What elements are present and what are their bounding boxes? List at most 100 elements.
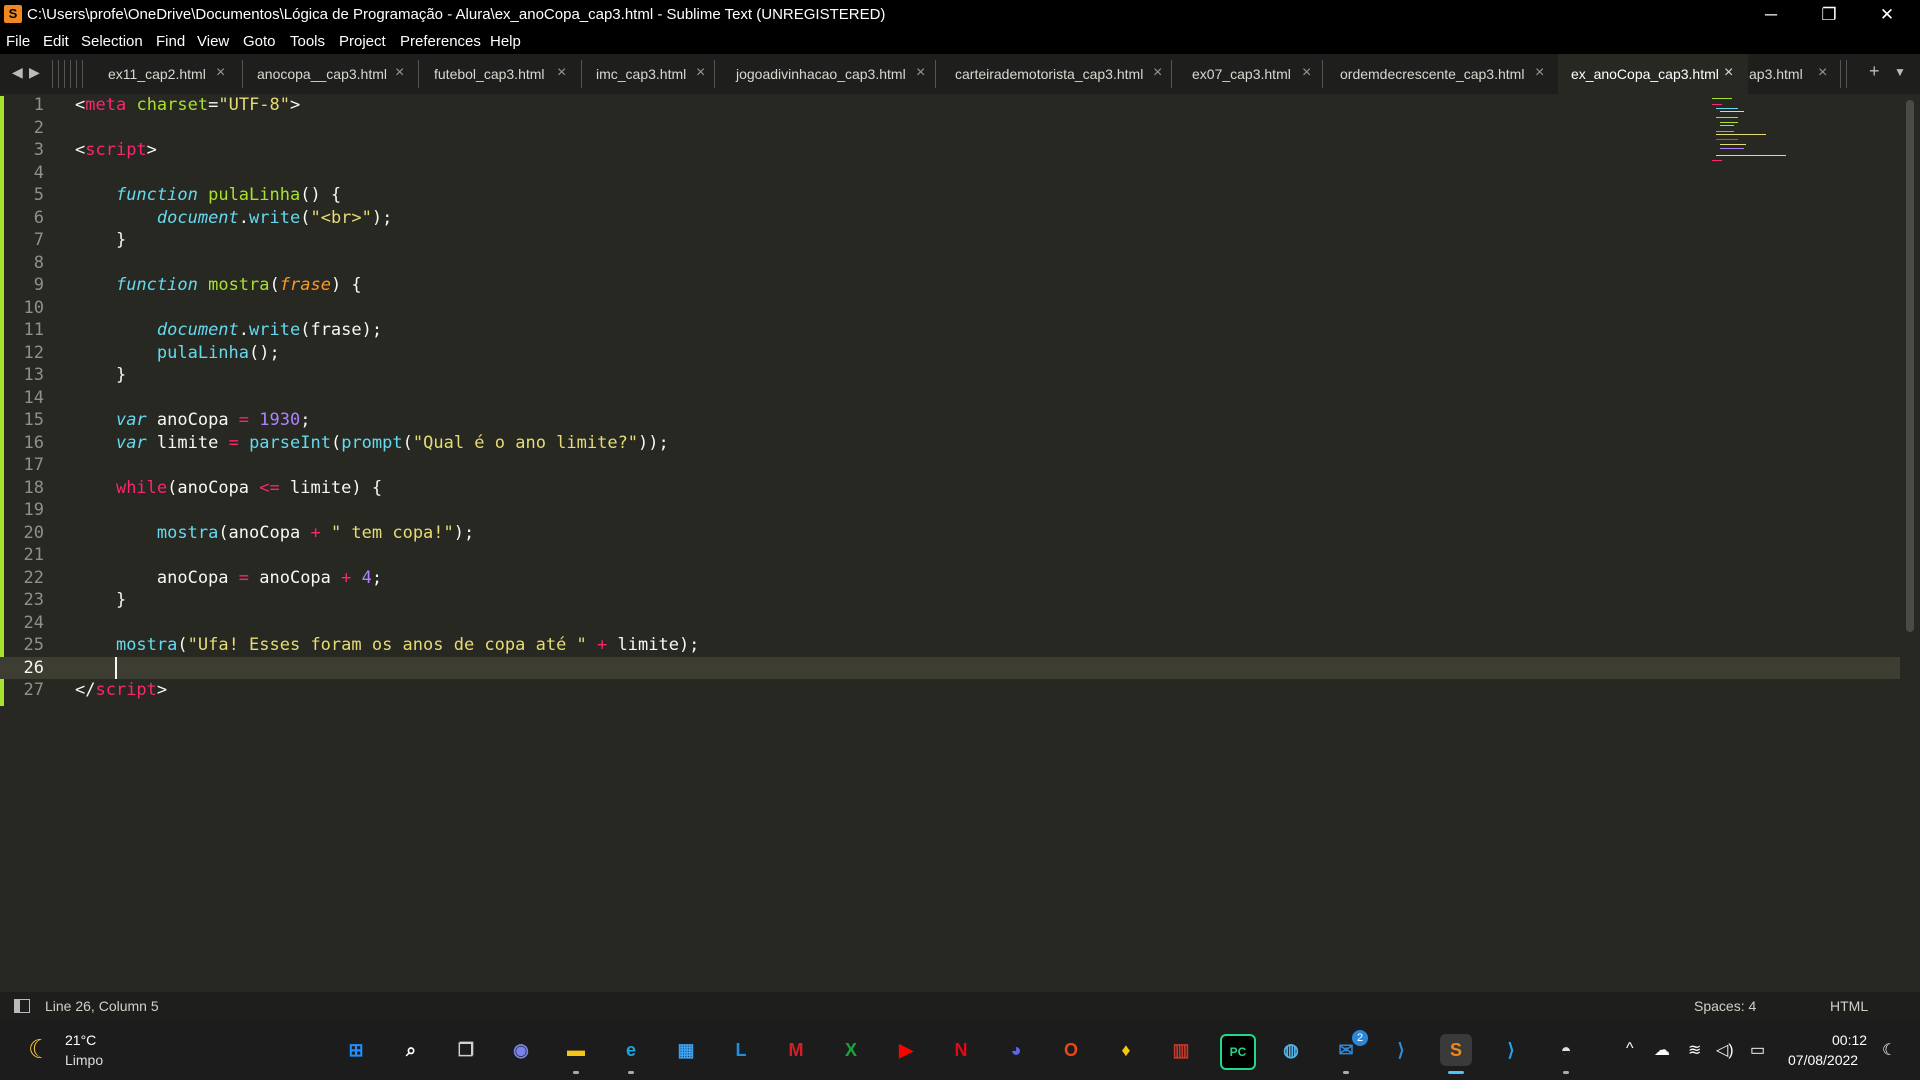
code-line[interactable]: 4	[0, 162, 1900, 184]
tab-ex11-cap2[interactable]: ex11_cap2.html ×	[92, 54, 242, 94]
tab-close-icon[interactable]: ×	[395, 64, 404, 82]
quiet-hours-icon[interactable]: ☾	[1882, 1040, 1896, 1060]
tab-ap3-partial[interactable]: ap3.html ×	[1748, 54, 1834, 94]
code-line[interactable]: 7 }	[0, 229, 1900, 251]
volume-icon[interactable]: ◁)	[1716, 1040, 1734, 1060]
code-line[interactable]: 6 document.write("<br>");	[0, 207, 1900, 229]
restore-button[interactable]: ❐	[1800, 0, 1858, 29]
maps-icon[interactable]: ◍	[1275, 1034, 1307, 1066]
code-line-current[interactable]: 26	[0, 656, 1900, 679]
tab-ordemdecrescente-cap3[interactable]: ordemdecrescente_cap3.html ×	[1323, 54, 1558, 94]
new-tab-icon[interactable]: +	[1869, 61, 1880, 82]
vscode-icon[interactable]: ⟩	[1385, 1034, 1417, 1066]
teams-chat-icon[interactable]: ◉	[505, 1034, 537, 1066]
weather-moon-icon[interactable]: ☾	[28, 1034, 51, 1065]
task-view-icon[interactable]: ❐	[450, 1034, 482, 1066]
tab-jogoadivinhacao-cap3[interactable]: jogoadivinhacao_cap3.html ×	[715, 54, 935, 94]
sublime-text-icon[interactable]: S	[1440, 1034, 1472, 1066]
code-line[interactable]: 18 while(anoCopa <= limite) {	[0, 477, 1900, 499]
code-line[interactable]: 17	[0, 454, 1900, 476]
code-line[interactable]: 27 </script>	[0, 679, 1900, 701]
start-icon[interactable]: ⊞	[340, 1034, 372, 1066]
tab-overflow-icon[interactable]: ▼	[1894, 65, 1906, 79]
code-line[interactable]: 16 var limite = parseInt(prompt("Qual é …	[0, 432, 1900, 454]
tab-carteirademotorista-cap3[interactable]: carteirademotorista_cap3.html ×	[936, 54, 1171, 94]
menu-help[interactable]: Help	[490, 33, 521, 50]
pycharm-icon[interactable]: PC	[1220, 1034, 1256, 1070]
netflix-icon[interactable]: N	[945, 1034, 977, 1066]
vscode-insiders-icon[interactable]: ⟩	[1495, 1034, 1527, 1066]
tab-futebol-cap3[interactable]: futebol_cap3.html ×	[419, 54, 581, 94]
code-line[interactable]: 14	[0, 387, 1900, 409]
code-line[interactable]: 21	[0, 544, 1900, 566]
code-line[interactable]: 20 mostra(anoCopa + " tem copa!");	[0, 522, 1900, 544]
code-line[interactable]: 22 anoCopa = anoCopa + 4;	[0, 567, 1900, 589]
discord-icon[interactable]: ◕	[1000, 1034, 1032, 1066]
minimap[interactable]	[1712, 96, 1792, 166]
microsoft-store-icon[interactable]: ▦	[670, 1034, 702, 1066]
clock-date[interactable]: 07/08/2022	[1788, 1052, 1858, 1068]
tab-close-icon[interactable]: ×	[1724, 64, 1733, 82]
lightroom-icon[interactable]: L	[725, 1034, 757, 1066]
code-line[interactable]: 11 document.write(frase);	[0, 319, 1900, 341]
wifi-icon[interactable]: ≋	[1688, 1040, 1701, 1060]
menu-edit[interactable]: Edit	[43, 33, 69, 50]
menu-project[interactable]: Project	[339, 33, 386, 50]
mcafee-icon[interactable]: M	[780, 1034, 812, 1066]
menu-preferences[interactable]: Preferences	[400, 33, 481, 50]
code-editor[interactable]: 1 <meta charset="UTF-8"> 2 3 <script> 4 5 …	[0, 94, 1920, 992]
tab-close-icon[interactable]: ×	[557, 64, 566, 82]
tab-close-icon[interactable]: ×	[1535, 64, 1544, 82]
file-explorer-icon[interactable]: ▬	[560, 1034, 592, 1066]
code-line[interactable]: 2	[0, 117, 1900, 139]
indentation-setting[interactable]: Spaces: 4	[1694, 998, 1756, 1014]
code-line[interactable]: 3 <script>	[0, 139, 1900, 161]
panel-toggle-icon[interactable]	[14, 999, 30, 1013]
code-line[interactable]: 13 }	[0, 364, 1900, 386]
weather-description[interactable]: Limpo	[65, 1052, 103, 1068]
code-line[interactable]: 9 function mostra(frase) {	[0, 274, 1900, 296]
clock-time[interactable]: 00:12	[1832, 1032, 1867, 1048]
search-icon[interactable]: ⌕	[395, 1034, 427, 1066]
menu-view[interactable]: View	[197, 33, 229, 50]
code-line[interactable]: 15 var anoCopa = 1930;	[0, 409, 1900, 431]
code-line[interactable]: 1 <meta charset="UTF-8">	[0, 94, 1900, 116]
close-button[interactable]: ✕	[1858, 0, 1916, 29]
onedrive-icon[interactable]: ☁	[1654, 1040, 1670, 1060]
code-line[interactable]: 25 mostra("Ufa! Esses foram os anos de c…	[0, 634, 1900, 656]
tab-imc-cap3[interactable]: imc_cap3.html ×	[582, 54, 714, 94]
edge-icon[interactable]: e	[615, 1034, 647, 1066]
code-line[interactable]: 19	[0, 499, 1900, 521]
menu-tools[interactable]: Tools	[290, 33, 325, 50]
syntax-selector[interactable]: HTML	[1830, 998, 1868, 1014]
code-line[interactable]: 5 function pulaLinha() {	[0, 184, 1900, 206]
tab-ex-anocopa-cap3[interactable]: ex_anoCopa_cap3.html ×	[1558, 54, 1748, 94]
tab-close-icon[interactable]: ×	[1302, 64, 1311, 82]
tab-anocopa-cap3[interactable]: anocopa__cap3.html ×	[243, 54, 418, 94]
code-line[interactable]: 12 pulaLinha();	[0, 342, 1900, 364]
battery-icon[interactable]: ▭	[1750, 1040, 1765, 1060]
youtube-icon[interactable]: ▶	[890, 1034, 922, 1066]
menu-goto[interactable]: Goto	[243, 33, 276, 50]
tray-overflow-chevron-icon[interactable]: ^	[1626, 1040, 1634, 1058]
office-icon[interactable]: O	[1055, 1034, 1087, 1066]
tab-close-icon[interactable]: ×	[916, 64, 925, 82]
code-line[interactable]: 8	[0, 252, 1900, 274]
menu-file[interactable]: File	[6, 33, 30, 50]
menu-selection[interactable]: Selection	[81, 33, 143, 50]
chart-app-icon[interactable]: ▥	[1165, 1034, 1197, 1066]
tab-close-icon[interactable]: ×	[1818, 64, 1827, 82]
weather-temperature[interactable]: 21°C	[65, 1032, 96, 1048]
tab-scroll-right-icon[interactable]: ▶	[29, 64, 40, 81]
vertical-scrollbar[interactable]	[1906, 100, 1914, 632]
tab-close-icon[interactable]: ×	[696, 64, 705, 82]
code-line[interactable]: 23 }	[0, 589, 1900, 611]
menu-find[interactable]: Find	[156, 33, 185, 50]
xbox-icon[interactable]: X	[835, 1034, 867, 1066]
minimize-button[interactable]: ─	[1742, 0, 1800, 29]
tab-scroll-left-icon[interactable]: ◀	[12, 64, 23, 81]
code-line[interactable]: 24	[0, 612, 1900, 634]
incognito-icon[interactable]: ◓	[1550, 1034, 1582, 1066]
tab-close-icon[interactable]: ×	[216, 64, 225, 82]
tab-close-icon[interactable]: ×	[1153, 64, 1162, 82]
